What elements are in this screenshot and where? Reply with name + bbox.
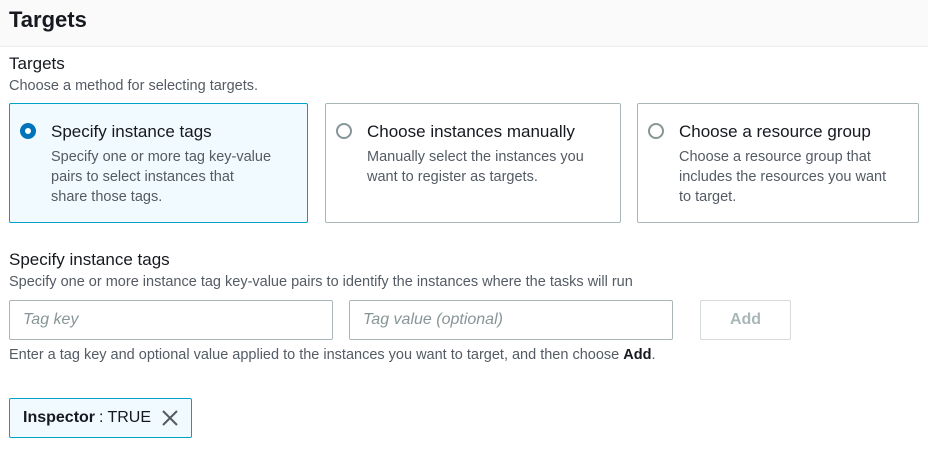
tile-description-line: share those tags.	[51, 189, 163, 205]
radio-unselected-icon[interactable]	[336, 123, 352, 139]
tile-title: Choose instances manually	[367, 122, 575, 141]
tile-description: Manually select the instances you want t…	[367, 147, 584, 187]
tile-description-line: Specify one or more tag key-value	[51, 149, 272, 165]
tile-choose-instances-manually[interactable]: Choose instances manually Manually selec…	[325, 103, 621, 223]
hint-add-emphasis: Add	[623, 347, 652, 363]
tile-title: Specify instance tags	[51, 122, 212, 141]
tile-choose-resource-group[interactable]: Choose a resource group Choose a resourc…	[637, 103, 919, 223]
tile-description-line: want to register as targets.	[367, 169, 538, 185]
tile-description-line: pairs to select instances that	[51, 169, 234, 185]
tile-description: Choose a resource group that includes th…	[679, 147, 886, 207]
tile-description-line: Manually select the instances you	[367, 149, 584, 165]
tile-specify-instance-tags[interactable]: Specify instance tags Specify one or mor…	[9, 103, 308, 223]
targets-label: Targets	[9, 54, 65, 73]
hint-text: Enter a tag key and optional value appli…	[9, 347, 624, 363]
section-header: Targets	[0, 0, 928, 47]
tag-value-input[interactable]	[349, 300, 673, 340]
instance-tags-description: Specify one or more instance tag key-val…	[9, 274, 633, 290]
instance-tags-label: Specify instance tags	[9, 250, 170, 269]
add-tag-button[interactable]: Add	[700, 300, 791, 340]
tag-token-value: TRUE	[107, 409, 152, 426]
close-icon[interactable]	[161, 409, 179, 427]
tile-description-line: to target.	[679, 189, 737, 205]
tile-description-line: Choose a resource group that	[679, 149, 871, 165]
tag-token: Inspector : TRUE	[9, 398, 193, 438]
page-title: Targets	[9, 7, 87, 32]
targets-description: Choose a method for selecting targets.	[9, 78, 259, 94]
hint-period: .	[651, 347, 656, 363]
tile-description-line: includes the resources you want	[679, 169, 887, 185]
tag-hint: Enter a tag key and optional value appli…	[9, 347, 655, 363]
tag-key-input[interactable]	[9, 300, 333, 340]
tag-token-separator: :	[99, 409, 104, 426]
tile-title: Choose a resource group	[679, 122, 871, 141]
tile-description: Specify one or more tag key-value pairs …	[51, 147, 271, 207]
radio-selected-icon[interactable]	[20, 123, 36, 139]
radio-unselected-icon[interactable]	[648, 123, 664, 139]
tag-token-key: Inspector	[23, 409, 96, 426]
